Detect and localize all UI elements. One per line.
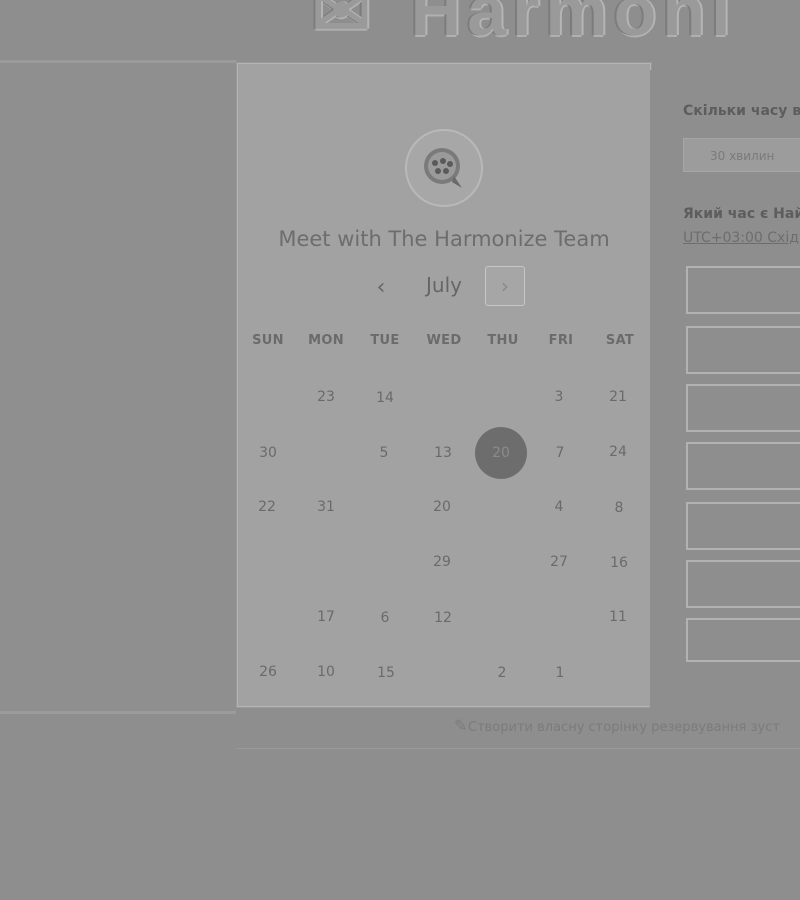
calendar-day[interactable]: 5 bbox=[364, 441, 404, 465]
calendar-day[interactable]: 13 bbox=[423, 441, 463, 465]
page-title: Meet with The Harmonize Team bbox=[278, 227, 610, 251]
calendar-day[interactable]: 27 bbox=[539, 550, 579, 574]
chevron-left-icon: ‹ bbox=[376, 274, 386, 300]
company-logo-icon bbox=[405, 129, 483, 207]
calendar-day[interactable]: 15 bbox=[366, 661, 406, 685]
calendar-day[interactable]: 26 bbox=[248, 660, 288, 684]
previous-month-button[interactable]: ‹ bbox=[361, 267, 401, 307]
calendar-day[interactable]: 30 bbox=[248, 441, 288, 465]
calendar-day[interactable]: 8 bbox=[599, 496, 639, 520]
duration-option[interactable]: 30 хвилин bbox=[683, 138, 800, 172]
time-slot[interactable] bbox=[686, 502, 800, 550]
calendar-day[interactable]: 4 bbox=[539, 495, 579, 519]
weekday-header: SUN MON TUE WED THU FRI SAT bbox=[237, 333, 651, 353]
weekday-sat: SAT bbox=[605, 333, 635, 348]
month-navigation: ‹ July › bbox=[237, 265, 651, 309]
calendar-day[interactable]: 29 bbox=[422, 550, 462, 574]
create-booking-page-link[interactable]: Створити власну сторінку резервування зу… bbox=[468, 720, 780, 735]
left-panel bbox=[0, 60, 236, 714]
time-slot[interactable] bbox=[686, 618, 800, 662]
time-slot[interactable] bbox=[686, 266, 800, 314]
duration-question: Скільки часу в bbox=[683, 103, 800, 119]
logo-text: Harmoni bbox=[410, 0, 737, 50]
calendar-day[interactable]: 22 bbox=[247, 495, 287, 519]
weekday-fri: FRI bbox=[548, 333, 574, 348]
calendar-day[interactable]: 6 bbox=[365, 606, 405, 630]
time-slot[interactable] bbox=[686, 442, 800, 490]
chevron-right-icon: › bbox=[501, 274, 509, 298]
calendar-day[interactable]: 16 bbox=[599, 551, 639, 575]
time-slot[interactable] bbox=[686, 560, 800, 608]
time-slot[interactable] bbox=[686, 326, 800, 374]
booking-card: Meet with The Harmonize Team ‹ July › SU… bbox=[236, 62, 652, 708]
logo-mark-icon: ✉ bbox=[312, 0, 377, 50]
time-slot[interactable] bbox=[686, 384, 800, 432]
calendar-day[interactable]: 7 bbox=[540, 441, 580, 465]
calendar-day[interactable]: 17 bbox=[306, 605, 346, 629]
weekday-sun: SUN bbox=[252, 333, 284, 348]
calendar-day[interactable]: 14 bbox=[365, 386, 405, 410]
time-question: Який час є Най bbox=[683, 206, 800, 222]
weekday-wed: WED bbox=[426, 333, 462, 348]
calendar-day[interactable]: 23 bbox=[306, 385, 346, 409]
time-selection-panel: Скільки часу в 30 хвилин Який час є Най … bbox=[650, 70, 800, 710]
timezone-link[interactable]: UTC+03:00 Схід bbox=[683, 230, 799, 246]
brand-logo: ✉ Harmoni bbox=[312, 0, 737, 52]
calendar-day[interactable]: 31 bbox=[306, 495, 346, 519]
calendar-day[interactable]: 21 bbox=[598, 385, 638, 409]
weekday-mon: MON bbox=[308, 333, 344, 348]
calendar-day[interactable]: 3 bbox=[539, 385, 579, 409]
calendar-day[interactable]: 12 bbox=[423, 606, 463, 630]
weekday-tue: TUE bbox=[370, 333, 400, 348]
weekday-thu: THU bbox=[487, 333, 519, 348]
calendar-day-selected[interactable]: 20 bbox=[475, 427, 527, 479]
month-label: July bbox=[426, 273, 462, 297]
calendar-day[interactable]: 2 bbox=[482, 661, 522, 685]
calendar-day[interactable]: 11 bbox=[598, 605, 638, 629]
calendar-day[interactable]: 20 bbox=[422, 495, 462, 519]
calendar-day[interactable]: 10 bbox=[306, 660, 346, 684]
calendar-day[interactable]: 24 bbox=[598, 440, 638, 464]
link-icon: ✎ bbox=[454, 716, 468, 735]
next-month-button[interactable]: › bbox=[485, 266, 525, 306]
calendar-day[interactable]: 1 bbox=[540, 661, 580, 685]
